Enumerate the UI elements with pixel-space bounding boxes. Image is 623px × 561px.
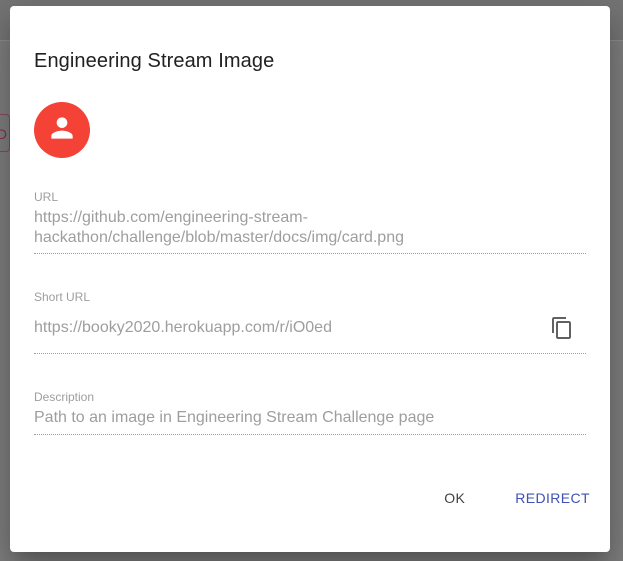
description-field[interactable]: Description Path to an image in Engineer… bbox=[34, 390, 586, 435]
short-url-value[interactable]: https://booky2020.herokuapp.com/r/iO0ed bbox=[34, 318, 474, 338]
copy-icon bbox=[550, 316, 574, 345]
url-value[interactable]: https://github.com/engineering-stream-ha… bbox=[34, 208, 434, 248]
ok-button[interactable]: OK bbox=[434, 482, 475, 514]
redirect-button[interactable]: REDIRECT bbox=[505, 482, 600, 514]
avatar bbox=[34, 102, 90, 158]
person-icon bbox=[46, 112, 78, 149]
short-url-field[interactable]: Short URL https://booky2020.herokuapp.co… bbox=[34, 290, 586, 354]
dialog-actions: OK REDIRECT bbox=[434, 482, 600, 514]
background-chip: D bbox=[0, 114, 10, 152]
description-label: Description bbox=[34, 390, 95, 404]
description-value[interactable]: Path to an image in Engineering Stream C… bbox=[34, 408, 574, 428]
url-field[interactable]: URL https://github.com/engineering-strea… bbox=[34, 190, 586, 254]
copy-button[interactable] bbox=[548, 316, 576, 344]
link-details-dialog: Engineering Stream Image URL https://git… bbox=[10, 6, 610, 552]
short-url-label: Short URL bbox=[34, 290, 91, 304]
dialog-title: Engineering Stream Image bbox=[34, 50, 275, 72]
url-label: URL bbox=[34, 190, 59, 204]
